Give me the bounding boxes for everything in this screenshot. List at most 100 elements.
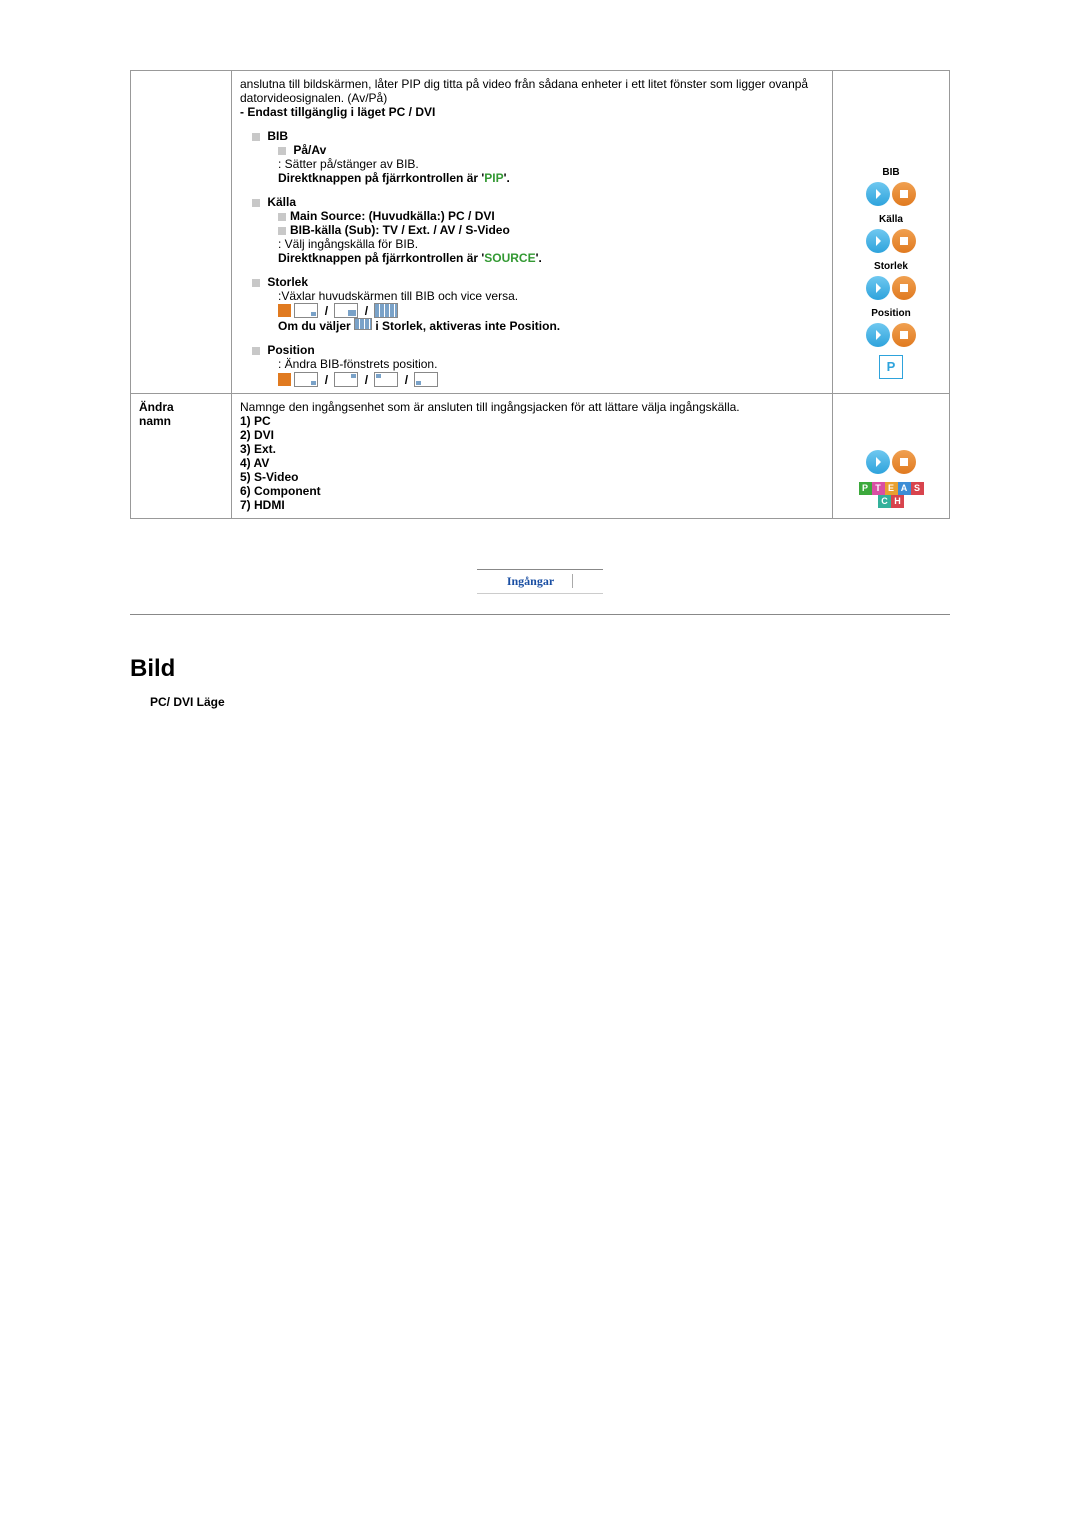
bib-intro: anslutna till bildskärmen, låter PIP dig… [240, 77, 824, 105]
play-icon [866, 229, 890, 253]
storlek-inner: :Växlar huvudskärmen till BIB och vice v… [252, 289, 824, 333]
direct-pre: Direktknappen på fjärrkontrollen är ' [278, 171, 484, 185]
kalla-title: Källa [267, 195, 296, 209]
size-icons-row: / / [278, 303, 824, 318]
editname-intro: Namnge den ingångsenhet som är ansluten … [240, 400, 824, 414]
label-position: Position [841, 308, 941, 319]
bullet-icon [278, 227, 286, 235]
bib-availability: - Endast tillgänglig i läget PC / DVI [240, 105, 824, 119]
size-opt-3-icon [374, 303, 398, 318]
letter-p-icon: P [859, 482, 872, 495]
bib-title: BIB [267, 129, 288, 143]
position-title: Position [267, 343, 314, 357]
play-icon [866, 276, 890, 300]
label-kalla: Källa [841, 214, 941, 225]
item-av: 4) AV [240, 456, 824, 470]
position-inner: : Ändra BIB-fönstrets position. / / / [252, 357, 824, 386]
pos-opt-2-icon [334, 372, 358, 387]
stop-icon [892, 323, 916, 347]
section-title-bild: Bild [130, 655, 950, 683]
bib-row-left [131, 71, 232, 394]
editname-content: Namnge den ingångsenhet som är ansluten … [232, 393, 833, 518]
separator: / [362, 373, 371, 386]
separator: / [402, 373, 411, 386]
item-component: 6) Component [240, 484, 824, 498]
letter-e-icon: E [885, 482, 898, 495]
label-bib: BIB [841, 167, 941, 178]
bib-row-icons: BIB Källa Storlek Position P [833, 71, 950, 394]
indicator-icon [278, 373, 291, 386]
stop-icon [892, 229, 916, 253]
p-badge-icon: P [879, 355, 903, 379]
kalla-desc: : Välj ingångskälla för BIB. [278, 237, 824, 251]
note-pre: Om du väljer [278, 319, 354, 333]
pos-opt-3-icon [374, 372, 398, 387]
bib-direct: Direktknappen på fjärrkontrollen är 'PIP… [278, 171, 824, 185]
letter-a-icon: A [898, 482, 911, 495]
paav-desc: : Sätter på/stänger av BIB. [278, 157, 824, 171]
stop-icon [892, 276, 916, 300]
pos-opt-4-icon [414, 372, 438, 387]
item-hdmi: 7) HDMI [240, 498, 824, 512]
item-ext: 3) Ext. [240, 442, 824, 456]
bib-row: anslutna till bildskärmen, låter PIP dig… [131, 71, 950, 394]
letter-c-icon: C [878, 495, 891, 508]
item-pc: 1) PC [240, 414, 824, 428]
kalla-inner: Main Source: (Huvudkälla:) PC / DVI BIB-… [252, 209, 824, 265]
tab-strip: Ingångar [477, 569, 603, 594]
bullet-icon [252, 347, 260, 355]
play-icon [866, 450, 890, 474]
kalla-sub: BIB-källa (Sub): TV / Ext. / AV / S-Vide… [290, 223, 510, 237]
size-opt-2-icon [334, 303, 358, 318]
note-post: i Storlek, aktiveras inte Position. [375, 319, 560, 333]
separator: / [362, 304, 371, 317]
stop-icon [892, 182, 916, 206]
size-opt-3-icon [354, 318, 372, 330]
pip-key: PIP [484, 171, 503, 185]
position-icons-row: / / / [278, 371, 824, 386]
direct-post: '. [504, 171, 510, 185]
editname-icons: PTEAS CH [833, 393, 950, 518]
position-section: Position : Ändra BIB-fönstrets position.… [240, 343, 824, 386]
editname-row: Ändra namn Namnge den ingångsenhet som ä… [131, 393, 950, 518]
paav-label: På/Av [293, 143, 326, 157]
paav-block: På/Av : Sätter på/stänger av BIB. Direkt… [252, 143, 824, 185]
size-opt-1-icon [294, 303, 318, 318]
letter-s-icon: S [911, 482, 924, 495]
tabs-nav: Ingångar [130, 569, 950, 594]
source-key: SOURCE [484, 251, 535, 265]
position-desc: : Ändra BIB-fönstrets position. [278, 357, 824, 371]
direct-pre: Direktknappen på fjärrkontrollen är ' [278, 251, 484, 265]
letter-h-icon: H [891, 495, 904, 508]
play-icon [866, 323, 890, 347]
source-letters-icon: PTEAS CH [841, 482, 941, 508]
direct-post: '. [536, 251, 542, 265]
kalla-direct: Direktknappen på fjärrkontrollen är 'SOU… [278, 251, 824, 265]
pos-opt-1-icon [294, 372, 318, 387]
bullet-icon [252, 199, 260, 207]
document-page: anslutna till bildskärmen, låter PIP dig… [30, 0, 1050, 749]
kalla-section: Källa Main Source: (Huvudkälla:) PC / DV… [240, 195, 824, 265]
mode-label: PC/ DVI Läge [130, 695, 950, 709]
bullet-icon [278, 213, 286, 221]
editname-label: Ändra namn [131, 393, 232, 518]
kalla-main: Main Source: (Huvudkälla:) PC / DVI [290, 209, 495, 223]
divider [130, 614, 950, 615]
letter-t-icon: T [872, 482, 885, 495]
bullet-icon [252, 279, 260, 287]
tab-ingangar[interactable]: Ingångar [507, 574, 573, 588]
settings-table: anslutna till bildskärmen, låter PIP dig… [130, 70, 950, 519]
item-svideo: 5) S-Video [240, 470, 824, 484]
nav-buttons-icon [841, 182, 941, 206]
storlek-title: Storlek [267, 275, 308, 289]
indicator-icon [278, 304, 291, 317]
item-dvi: 2) DVI [240, 428, 824, 442]
bullet-icon [252, 133, 260, 141]
separator: / [322, 373, 331, 386]
bullet-icon [278, 147, 286, 155]
storlek-desc: :Växlar huvudskärmen till BIB och vice v… [278, 289, 824, 303]
play-icon [866, 182, 890, 206]
label-storlek: Storlek [841, 261, 941, 272]
nav-buttons-icon [841, 229, 941, 253]
bib-row-content: anslutna till bildskärmen, låter PIP dig… [232, 71, 833, 394]
